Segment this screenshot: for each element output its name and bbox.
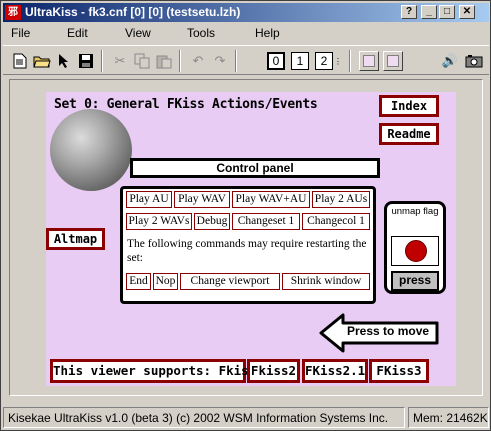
changeset-1-button[interactable]: Changeset 1 — [232, 213, 300, 230]
unmap-flag-panel: unmap flag press — [384, 201, 446, 294]
restart-note: The following commands may require resta… — [127, 238, 367, 264]
kiss-play-area[interactable]: Set 0: General FKiss Actions/Events Inde… — [46, 92, 456, 386]
undo-icon[interactable]: ↶ — [187, 50, 209, 72]
redo-icon[interactable]: ↷ — [209, 50, 231, 72]
close-button[interactable]: ✕ — [459, 5, 475, 19]
changecol-1-button[interactable]: Changecol 1 — [302, 213, 370, 230]
open-folder-icon[interactable] — [31, 50, 53, 72]
save-icon[interactable] — [75, 50, 97, 72]
menu-view[interactable]: View — [125, 26, 151, 40]
unmap-flag-label: unmap flag — [391, 206, 439, 217]
menu-file[interactable]: File — [11, 26, 30, 40]
fkiss2-1-button[interactable]: FKiss2.1 — [302, 359, 368, 383]
menu-edit[interactable]: Edit — [67, 26, 88, 40]
minimize-button[interactable]: _ — [421, 5, 437, 19]
press-button[interactable]: press — [391, 271, 439, 291]
memory-indicator: Mem: 21462K — [408, 407, 489, 428]
toolbar-separator — [349, 50, 351, 72]
status-bar: Kisekae UltraKiss v1.0 (beta 3) (c) 2002… — [3, 407, 489, 429]
pointer-icon[interactable] — [53, 50, 75, 72]
shrink-window-button[interactable]: Shrink window — [282, 273, 370, 290]
menu-tools[interactable]: Tools — [187, 26, 215, 40]
control-panel-title: Control panel — [130, 158, 380, 178]
play-wav-button[interactable]: Play WAV — [174, 191, 230, 208]
page-button-2[interactable]: 2 — [315, 52, 333, 70]
palette-color-button-2[interactable] — [383, 51, 403, 71]
maximize-button[interactable]: □ — [439, 5, 455, 19]
cut-icon[interactable]: ✂ — [109, 50, 131, 72]
new-file-icon[interactable] — [9, 50, 31, 72]
palette-color-button-1[interactable] — [359, 51, 379, 71]
debug-button[interactable]: Debug — [194, 213, 230, 230]
red-flag-dot-icon — [405, 240, 427, 262]
sound-icon[interactable]: 🔊 — [439, 50, 461, 72]
menu-help[interactable]: Help — [255, 26, 280, 40]
play-2-aus-button[interactable]: Play 2 AUs — [312, 191, 370, 208]
palette-swatch — [363, 55, 375, 67]
change-viewport-button[interactable]: Change viewport — [180, 273, 280, 290]
fkiss3-button[interactable]: FKiss3 — [369, 359, 429, 383]
client-area: Set 0: General FKiss Actions/Events Inde… — [9, 79, 483, 396]
app-icon[interactable]: 邪 — [5, 5, 21, 20]
copy-icon[interactable] — [131, 50, 153, 72]
title-bar[interactable]: 邪 UltraKiss - fk3.cnf [0] [0] (testsetu.… — [3, 3, 489, 22]
palette-swatch — [387, 55, 399, 67]
status-text: Kisekae UltraKiss v1.0 (beta 3) (c) 2002… — [3, 407, 405, 428]
toolbar-separator — [101, 50, 103, 72]
nop-button[interactable]: Nop — [153, 273, 178, 290]
page-button-1[interactable]: 1 — [291, 52, 309, 70]
play-wav-au-button[interactable]: Play WAV+AU — [232, 191, 310, 208]
toolbar-separator — [235, 50, 237, 72]
press-to-move-arrow[interactable]: Press to move — [319, 312, 439, 354]
application-window: 邪 UltraKiss - fk3.cnf [0] [0] (testsetu.… — [0, 0, 491, 431]
readme-button[interactable]: Readme — [379, 123, 439, 145]
camera-icon[interactable] — [463, 50, 485, 72]
altmap-button[interactable]: Altmap — [46, 228, 105, 250]
supports-fkiss-button[interactable]: This viewer supports: Fkiss — [50, 359, 256, 383]
index-button[interactable]: Index — [379, 95, 439, 117]
toolbar-separator — [179, 50, 181, 72]
more-pages-icon[interactable]: ⋮ — [333, 50, 343, 72]
play-au-button[interactable]: Play AU — [126, 191, 172, 208]
fkiss2-button[interactable]: Fkiss2 — [247, 359, 300, 383]
menu-bar: File Edit View Tools Help — [3, 23, 489, 43]
play-2-wavs-button[interactable]: Play 2 WAVs — [126, 213, 192, 230]
help-context-button[interactable]: ? — [401, 5, 417, 19]
sphere-object[interactable] — [50, 109, 132, 191]
press-to-move-label: Press to move — [347, 324, 430, 338]
page-button-0[interactable]: 0 — [267, 52, 285, 70]
paste-icon[interactable] — [153, 50, 175, 72]
end-button[interactable]: End — [126, 273, 151, 290]
toolbar: ✂ ↶ ↷ 0 1 2 ⋮ 🔊 — [3, 45, 489, 75]
control-panel: Play AU Play WAV Play WAV+AU Play 2 AUs … — [120, 186, 376, 304]
window-title: UltraKiss - fk3.cnf [0] [0] (testsetu.lz… — [25, 5, 241, 19]
unmap-flag-indicator — [391, 236, 439, 266]
